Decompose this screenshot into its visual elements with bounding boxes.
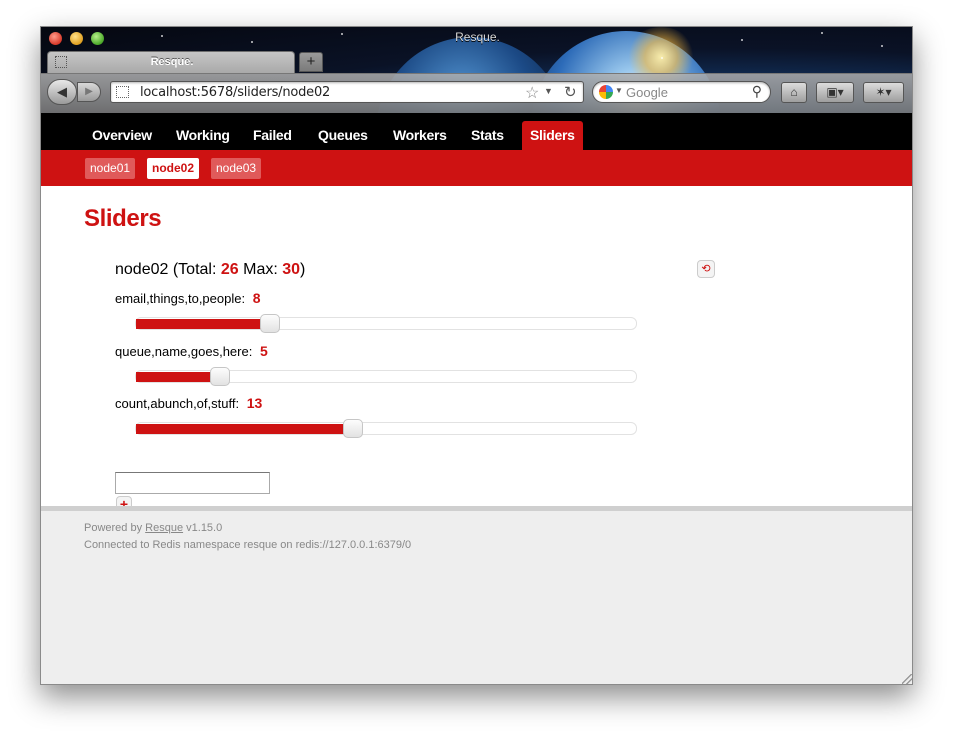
refresh-icon: ⟲ xyxy=(701,263,711,275)
browser-tab[interactable]: Resque. xyxy=(47,51,295,73)
history-dropdown-icon[interactable]: ▼ xyxy=(544,86,553,96)
tab-queues[interactable]: Queues xyxy=(318,127,368,143)
address-bar[interactable]: localhost:5678/sliders/node02 ☆ ▼ ↻ xyxy=(110,81,584,103)
slider-fill xyxy=(136,372,220,382)
slider-handle[interactable] xyxy=(259,314,280,333)
main-content: Sliders node02 (Total: 26 Max: 30) ⟲ ema… xyxy=(41,186,912,512)
background-star xyxy=(661,57,663,59)
max-value: 30 xyxy=(282,261,301,278)
queue-value: 13 xyxy=(246,395,263,411)
version-text: v1.15.0 xyxy=(186,522,223,534)
sub-nav: node01 node02 node03 xyxy=(41,150,912,186)
home-button[interactable]: ⌂ xyxy=(781,82,807,103)
background-star xyxy=(881,45,883,47)
queue-name: count,abunch,of,stuff: xyxy=(115,396,240,411)
back-button[interactable]: ◀ xyxy=(47,79,77,105)
queue-label: email,things,to,people: 8 xyxy=(115,290,261,306)
forward-button[interactable]: ▶ xyxy=(77,82,101,102)
search-bar[interactable]: ▼ Google ⚲ xyxy=(592,81,771,103)
bookmarks-icon: ▣▾ xyxy=(826,85,844,99)
new-tab-button[interactable]: + xyxy=(299,52,323,72)
queue-slider[interactable] xyxy=(135,367,637,386)
queue-name: queue,name,goes,here: xyxy=(115,344,253,359)
subnav-node02[interactable]: node02 xyxy=(147,158,200,179)
tab-label: Resque. xyxy=(150,56,194,68)
new-queue-input[interactable] xyxy=(115,472,270,494)
node-header: node02 (Total: 26 Max: 30) xyxy=(115,261,305,279)
forward-arrow-icon: ▶ xyxy=(85,86,93,97)
page-title: Sliders xyxy=(84,205,162,232)
google-icon[interactable] xyxy=(599,85,613,99)
url-text[interactable]: localhost:5678/sliders/node02 xyxy=(140,85,330,100)
back-arrow-icon: ◀ xyxy=(57,84,67,99)
reload-icon[interactable]: ↻ xyxy=(564,83,577,101)
powered-by-text: Powered by xyxy=(84,522,143,534)
refresh-button[interactable]: ⟲ xyxy=(697,260,715,278)
slider-handle[interactable] xyxy=(342,419,363,438)
close-paren: ) xyxy=(300,261,306,278)
browser-window: Resque. Resque. + ◀ ▶ localhost:5678/sli… xyxy=(40,26,913,685)
queue-label: count,abunch,of,stuff: 13 xyxy=(115,395,262,411)
bookmarks-button[interactable]: ▣▾ xyxy=(816,82,854,103)
search-icon[interactable]: ⚲ xyxy=(752,83,762,100)
footer-powered-by: Powered by Resque v1.15.0 xyxy=(84,522,222,534)
queue-name: email,things,to,people: xyxy=(115,291,246,306)
gear-icon: ✶▾ xyxy=(875,85,892,99)
footer: Powered by Resque v1.15.0 Connected to R… xyxy=(41,506,912,684)
resize-grip-icon[interactable] xyxy=(902,674,912,684)
window-title: Resque. xyxy=(455,30,500,44)
slider-fill xyxy=(136,424,353,434)
search-placeholder[interactable]: Google xyxy=(626,85,668,100)
node-name: node02 xyxy=(115,261,169,278)
tab-working[interactable]: Working xyxy=(176,127,230,143)
subnav-node03[interactable]: node03 xyxy=(211,158,262,179)
subnav-node01[interactable]: node01 xyxy=(85,158,136,179)
bookmark-star-icon[interactable]: ☆ xyxy=(525,83,539,103)
tab-stats[interactable]: Stats xyxy=(471,127,504,143)
engine-dropdown-icon[interactable]: ▼ xyxy=(615,86,623,95)
max-label: Max: xyxy=(243,261,278,278)
browser-toolbar: ◀ ▶ localhost:5678/sliders/node02 ☆ ▼ ↻ … xyxy=(41,73,912,113)
tab-workers[interactable]: Workers xyxy=(393,127,447,143)
queue-slider[interactable] xyxy=(135,314,637,333)
footer-connection: Connected to Redis namespace resque on r… xyxy=(84,539,412,551)
site-identity-icon[interactable] xyxy=(116,86,129,98)
tab-overview[interactable]: Overview xyxy=(92,127,152,143)
tools-button[interactable]: ✶▾ xyxy=(863,82,904,103)
queue-value: 8 xyxy=(252,290,261,306)
slider-handle[interactable] xyxy=(209,367,230,386)
total-label: (Total: xyxy=(172,261,217,278)
tab-failed[interactable]: Failed xyxy=(253,127,292,143)
queue-label: queue,name,goes,here: 5 xyxy=(115,343,268,359)
queue-slider[interactable] xyxy=(135,419,637,438)
tab-sliders[interactable]: Sliders xyxy=(522,121,583,150)
resque-link[interactable]: Resque xyxy=(145,522,183,534)
slider-fill xyxy=(136,319,270,329)
total-value: 26 xyxy=(220,261,239,278)
home-icon: ⌂ xyxy=(790,85,798,99)
queue-value: 5 xyxy=(259,343,268,359)
main-nav: Overview Working Failed Queues Workers S… xyxy=(41,113,912,150)
